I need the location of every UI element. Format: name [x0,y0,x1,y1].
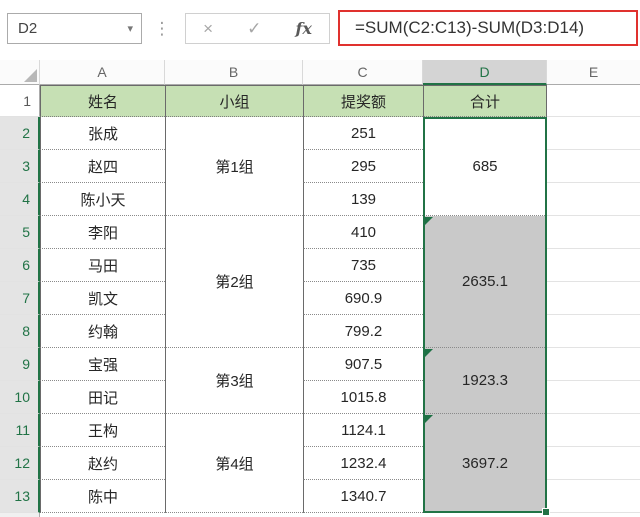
cell-A3[interactable]: 赵四 [40,150,165,183]
cell-C4[interactable]: 139 [303,183,423,216]
excel-window: D2 ▾ ⋮ × ✓ fx =SUM(C2:C13)-SUM(D3:D14) A… [0,0,640,517]
insert-function-icon[interactable]: fx [296,19,312,38]
cell-A7[interactable]: 凯文 [40,282,165,315]
cell-E9[interactable] [547,348,640,381]
col-header-A[interactable]: A [40,60,165,85]
cell-C3[interactable]: 295 [303,150,423,183]
cell-D2-value: 685 [472,157,498,175]
cell-A12[interactable]: 赵约 [40,447,165,480]
cell-E14-partial[interactable] [547,513,640,517]
row-header-10[interactable]: 10 [0,381,40,414]
cell-C9[interactable]: 907.5 [303,348,423,381]
row-header-7[interactable]: 7 [0,282,40,315]
formula-buttons: × ✓ fx [185,13,330,44]
col-header-D[interactable]: D [423,60,547,85]
name-box[interactable]: D2 ▾ [7,13,142,44]
cell-A11[interactable]: 王构 [40,414,165,447]
cell-C1[interactable]: 提奖额 [303,85,423,117]
row-header-3[interactable]: 3 [0,150,40,183]
row-header-4[interactable]: 4 [0,183,40,216]
cell-E2[interactable] [547,117,640,150]
cell-A14-partial[interactable] [40,513,165,517]
row-header-9[interactable]: 9 [0,348,40,381]
cell-C6[interactable]: 735 [303,249,423,282]
cell-D11-merged[interactable]: 3697.2 [423,414,547,513]
row-header-1[interactable]: 1 [0,85,40,117]
cell-A4[interactable]: 陈小天 [40,183,165,216]
row-header-12[interactable]: 12 [0,447,40,480]
col-header-C[interactable]: C [303,60,423,85]
cell-C7[interactable]: 690.9 [303,282,423,315]
cell-E4[interactable] [547,183,640,216]
row-header-6[interactable]: 6 [0,249,40,282]
cancel-icon[interactable]: × [203,20,213,37]
cell-D1[interactable]: 合计 [423,85,547,117]
cell-E8[interactable] [547,315,640,348]
cell-E3[interactable] [547,150,640,183]
col-header-E[interactable]: E [547,60,640,85]
cell-A5[interactable]: 李阳 [40,216,165,249]
cell-B11-merged-group4[interactable]: 第4组 [165,414,303,513]
cell-E11[interactable] [547,414,640,447]
cell-B1[interactable]: 小组 [165,85,303,117]
cell-A13[interactable]: 陈中 [40,480,165,513]
cell-D2-merged-active[interactable]: 685 [423,117,547,216]
cell-A10[interactable]: 田记 [40,381,165,414]
cell-E6[interactable] [547,249,640,282]
cell-A1[interactable]: 姓名 [40,85,165,117]
name-box-value: D2 [18,20,38,37]
error-indicator-triangle-icon [425,415,433,423]
cell-E7[interactable] [547,282,640,315]
cell-B2-merged-group1[interactable]: 第1组 [165,117,303,216]
cell-B5-merged-group2[interactable]: 第2组 [165,216,303,348]
row-header-2[interactable]: 2 [0,117,40,150]
cell-C14-partial[interactable] [303,513,423,517]
cell-C11[interactable]: 1124.1 [303,414,423,447]
select-all-triangle-icon [24,69,37,82]
row-header-5[interactable]: 5 [0,216,40,249]
cell-C13[interactable]: 1340.7 [303,480,423,513]
error-indicator-triangle-icon [425,349,433,357]
cell-A8[interactable]: 约翰 [40,315,165,348]
cell-A6[interactable]: 马田 [40,249,165,282]
enter-icon[interactable]: ✓ [247,20,261,37]
row-header-11[interactable]: 11 [0,414,40,447]
spreadsheet-grid: A B C D E 1 姓名 小组 提奖额 合计 2 3 4 5 6 7 8 9… [0,60,640,517]
row-header-8[interactable]: 8 [0,315,40,348]
formula-bar[interactable]: =SUM(C2:C13)-SUM(D3:D14) [338,10,638,46]
cell-B9-merged-group3[interactable]: 第3组 [165,348,303,414]
row-header-14-partial[interactable] [0,513,40,517]
cell-D9-merged[interactable]: 1923.3 [423,348,547,414]
select-all-corner[interactable] [0,60,40,85]
formula-text: =SUM(C2:C13)-SUM(D3:D14) [355,18,585,37]
error-indicator-triangle-icon [425,217,433,225]
cell-B14-partial[interactable] [165,513,303,517]
cell-A2[interactable]: 张成 [40,117,165,150]
cell-C12[interactable]: 1232.4 [303,447,423,480]
cell-C8[interactable]: 799.2 [303,315,423,348]
toolbar-separator-dots-icon: ⋮ [153,18,171,38]
formula-toolbar: D2 ▾ ⋮ × ✓ fx =SUM(C2:C13)-SUM(D3:D14) [0,0,640,60]
cell-D9-value: 1923.3 [462,372,508,389]
cell-C5[interactable]: 410 [303,216,423,249]
cell-D5-merged[interactable]: 2635.1 [423,216,547,348]
cell-D14-partial[interactable] [423,513,547,517]
row-header-13[interactable]: 13 [0,480,40,513]
cell-A9[interactable]: 宝强 [40,348,165,381]
cell-E10[interactable] [547,381,640,414]
cell-E12[interactable] [547,447,640,480]
cell-E5[interactable] [547,216,640,249]
col-header-B[interactable]: B [165,60,303,85]
chevron-down-icon[interactable]: ▾ [127,22,133,35]
cell-E1[interactable] [547,85,640,117]
cell-D11-value: 3697.2 [462,454,508,472]
cell-E13[interactable] [547,480,640,513]
cell-C10[interactable]: 1015.8 [303,381,423,414]
cell-C2[interactable]: 251 [303,117,423,150]
cell-D5-value: 2635.1 [462,273,508,290]
